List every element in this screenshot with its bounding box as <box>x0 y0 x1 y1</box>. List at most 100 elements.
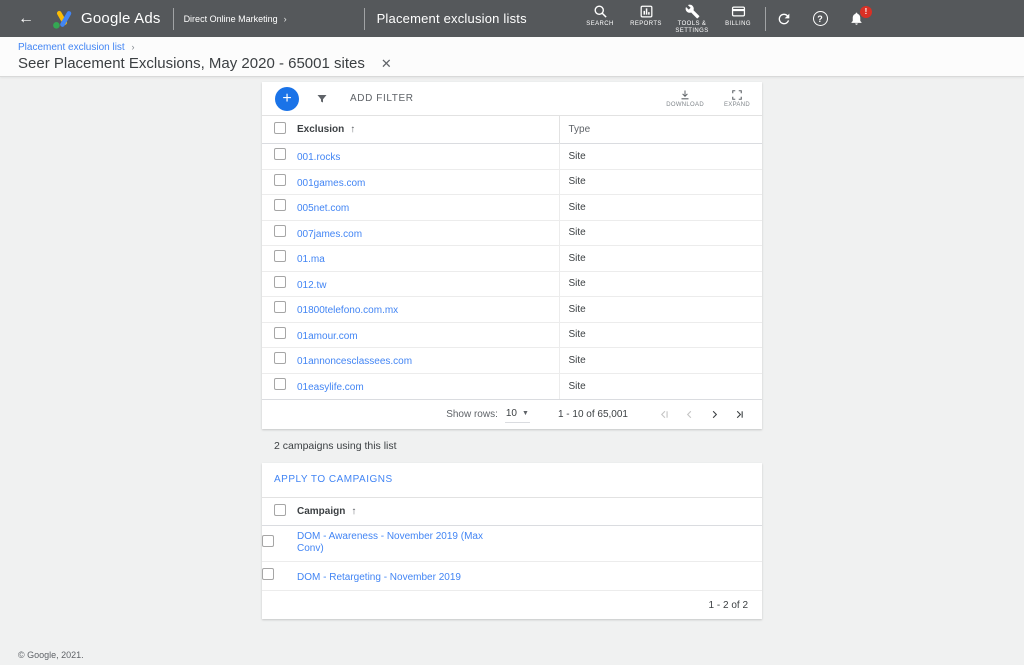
exclusion-type: Site <box>559 297 762 323</box>
row-checkbox[interactable] <box>274 225 286 237</box>
row-checkbox[interactable] <box>274 327 286 339</box>
column-header-type[interactable]: Type <box>559 116 762 144</box>
exclusion-link[interactable]: 01annoncesclassees.com <box>297 356 412 367</box>
exclusion-link[interactable]: 001games.com <box>297 178 365 189</box>
first-page-button[interactable] <box>652 403 677 425</box>
select-all-campaigns-cell <box>262 497 297 525</box>
nav-reports[interactable]: REPORTS <box>625 2 667 29</box>
table-row: 007james.comSite <box>262 220 762 246</box>
add-exclusion-button[interactable]: + <box>275 87 299 111</box>
notifications-button[interactable]: ! <box>846 9 866 29</box>
nav-billing[interactable]: BILLING <box>717 2 759 29</box>
help-button[interactable]: ? <box>810 9 830 29</box>
exclusion-link[interactable]: 01800telefono.com.mx <box>297 305 398 316</box>
exclusion-link[interactable]: 001.rocks <box>297 152 340 163</box>
exclusion-type: Site <box>559 144 762 170</box>
last-page-button[interactable] <box>727 403 752 425</box>
exclusions-table-body: 001.rocksSite001games.comSite005net.comS… <box>262 144 762 399</box>
table-row: 01easylife.com Site <box>262 373 762 399</box>
campaign-link[interactable]: DOM - Retargeting - November 2019 <box>297 572 461 585</box>
exclusions-table: Exclusion↑ Type 001.rocksSite001games.co… <box>262 115 762 399</box>
select-all-campaigns-checkbox[interactable] <box>274 504 286 516</box>
table-row: 001games.comSite <box>262 169 762 195</box>
logo-text: Google Ads <box>81 10 161 27</box>
row-checkbox-cell <box>262 220 297 246</box>
table-row: 01annoncesclassees.comSite <box>262 348 762 374</box>
header-divider-3 <box>765 7 766 31</box>
expand-button[interactable]: EXPAND <box>724 89 750 108</box>
breadcrumb-link[interactable]: Placement exclusion list <box>18 42 125 53</box>
nav-search-label: SEARCH <box>586 21 613 29</box>
row-checkbox[interactable] <box>274 276 286 288</box>
nav-tools-settings[interactable]: TOOLS & SETTINGS <box>671 2 713 36</box>
add-filter-button[interactable]: ADD FILTER <box>350 93 414 104</box>
exclusions-header-row: Exclusion↑ Type <box>262 116 762 144</box>
exclusion-cell: 007james.com <box>297 220 559 246</box>
exclusion-cell: 001.rocks <box>297 144 559 170</box>
nav-tools-label: TOOLS & SETTINGS <box>671 21 713 36</box>
page-title: Seer Placement Exclusions, May 2020 - 65… <box>18 55 365 72</box>
header-divider-2 <box>364 8 365 30</box>
exclusion-type: Site <box>559 271 762 297</box>
exclusion-link[interactable]: 007james.com <box>297 229 362 240</box>
column-header-campaign[interactable]: Campaign↑ <box>297 497 762 525</box>
header-page-title: Placement exclusion lists <box>377 11 527 26</box>
exclusion-cell: 01annoncesclassees.com <box>297 348 559 374</box>
filter-funnel-icon <box>316 93 328 105</box>
row-checkbox-cell <box>262 271 297 297</box>
download-button[interactable]: DOWNLOAD <box>666 89 704 108</box>
nav-billing-label: BILLING <box>725 21 751 29</box>
row-checkbox[interactable] <box>274 301 286 313</box>
chevron-left-icon <box>684 409 695 420</box>
apply-to-campaigns-button[interactable]: APPLY TO CAMPAIGNS <box>274 474 393 485</box>
billing-card-icon <box>731 4 746 19</box>
campaigns-card: APPLY TO CAMPAIGNS Campaign↑ DOM - Aware… <box>262 463 762 620</box>
page-range: 1 - 10 of 65,001 <box>558 409 628 420</box>
column-exclusion-label: Exclusion <box>297 124 344 135</box>
exclusion-cell: 01amour.com <box>297 322 559 348</box>
row-checkbox[interactable] <box>274 174 286 186</box>
row-checkbox[interactable] <box>274 148 286 160</box>
exclusion-type: Site <box>559 322 762 348</box>
table-row: 01800telefono.com.mx Site <box>262 297 762 323</box>
exclusion-type: Site <box>559 373 762 399</box>
filter-button[interactable] <box>316 93 328 105</box>
next-page-button[interactable] <box>702 403 727 425</box>
table-row: 001.rocks Site <box>262 144 762 170</box>
campaigns-table: Campaign↑ DOM - Awareness - November 201… <box>262 497 762 592</box>
row-checkbox[interactable] <box>274 352 286 364</box>
expand-label: EXPAND <box>724 102 750 108</box>
row-checkbox[interactable] <box>262 568 274 580</box>
row-checkbox[interactable] <box>274 250 286 262</box>
row-checkbox[interactable] <box>274 199 286 211</box>
exclusion-cell: 01800telefono.com.mx <box>297 297 559 323</box>
row-checkbox-cell <box>262 373 297 399</box>
exclusion-cell: 001games.com <box>297 169 559 195</box>
campaign-link[interactable]: DOM - Awareness - November 2019 (Max Con… <box>297 531 485 556</box>
exclusion-link[interactable]: 005net.com <box>297 203 349 214</box>
row-checkbox-cell <box>262 195 297 221</box>
row-checkbox[interactable] <box>262 535 274 547</box>
account-name: Direct Online Marketing <box>184 14 278 24</box>
account-breadcrumb[interactable]: Direct Online Marketing › <box>174 14 352 24</box>
close-icon[interactable]: ✕ <box>381 56 392 72</box>
select-all-checkbox[interactable] <box>274 122 286 134</box>
apply-bar: APPLY TO CAMPAIGNS <box>262 463 762 497</box>
row-checkbox[interactable] <box>274 378 286 390</box>
chevron-right-icon: › <box>284 14 287 24</box>
exclusion-link[interactable]: 01.ma <box>297 254 325 265</box>
exclusion-link[interactable]: 01easylife.com <box>297 382 364 393</box>
refresh-button[interactable] <box>774 9 794 29</box>
nav-search[interactable]: SEARCH <box>579 2 621 29</box>
exclusion-link[interactable]: 012.tw <box>297 280 326 291</box>
exclusion-link[interactable]: 01amour.com <box>297 331 358 342</box>
previous-page-button[interactable] <box>677 403 702 425</box>
campaigns-header-row: Campaign↑ <box>262 497 762 525</box>
exclusion-cell: 005net.com <box>297 195 559 221</box>
rows-per-page-select[interactable]: 10 ▼ <box>505 406 530 423</box>
select-all-cell <box>262 116 297 144</box>
last-page-icon <box>734 409 745 420</box>
column-header-exclusion[interactable]: Exclusion↑ <box>297 116 559 144</box>
google-ads-logo[interactable]: Google Ads <box>50 7 161 31</box>
back-arrow-icon[interactable]: ← <box>18 11 34 27</box>
